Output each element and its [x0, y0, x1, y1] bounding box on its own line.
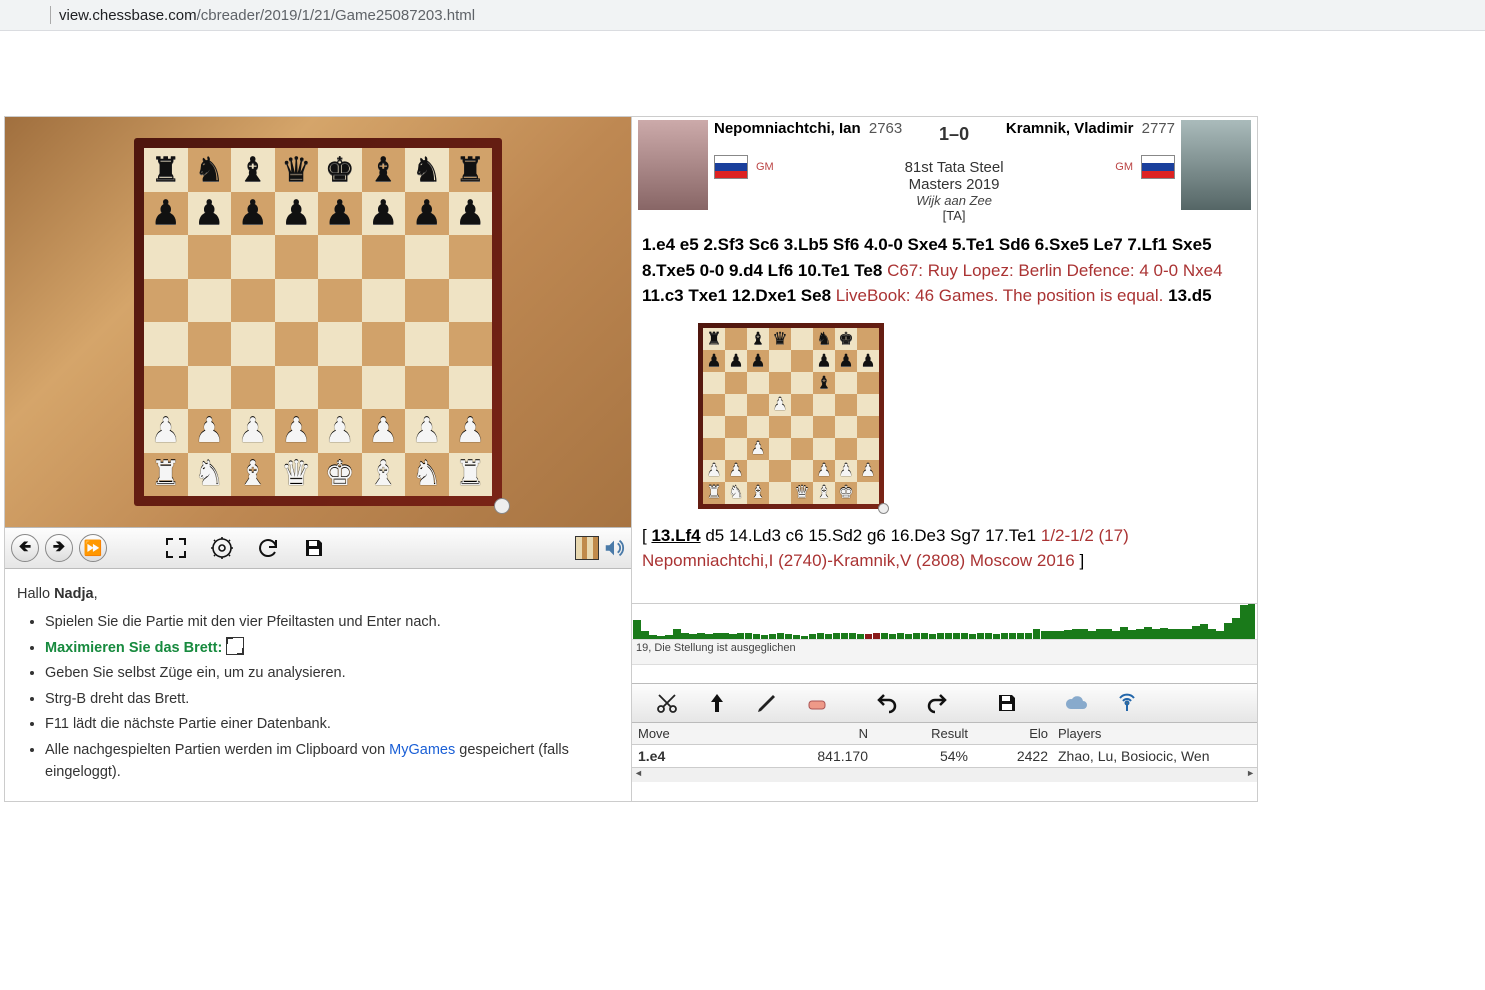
event-location: Wijk aan Zee — [902, 193, 1006, 208]
left-toolbar: 🡸 🡺 ⏩ — [5, 527, 631, 569]
hint-item: F11 lädt die nächste Partie einer Datenb… — [45, 713, 619, 735]
hint-item-maximize: Maximieren Sie das Brett: — [45, 637, 619, 659]
col-elo[interactable]: Elo — [978, 726, 1058, 741]
nav-fastforward-button[interactable]: ⏩ — [79, 534, 107, 562]
cloud-icon[interactable] — [1064, 690, 1090, 716]
book-table-header: Move N Result Elo Players — [632, 723, 1257, 745]
redo-icon[interactable] — [924, 690, 950, 716]
hint-item: Strg-B dreht das Brett. — [45, 688, 619, 710]
nav-back-button[interactable]: 🡸 — [11, 534, 39, 562]
mainline-moves[interactable]: 11.c3 Txe1 12.Dxe1 Se8 — [642, 286, 831, 305]
right-toolbar — [632, 683, 1257, 723]
event-name: 81st Tata Steel Masters 2019 — [902, 159, 1006, 193]
russia-flag-icon — [714, 155, 748, 179]
book-table-row[interactable]: 1.e4 841.170 54% 2422 Zhao, Lu, Bosiocic… — [632, 745, 1257, 767]
col-result[interactable]: Result — [898, 726, 978, 741]
cut-icon[interactable] — [654, 690, 680, 716]
black-title: GM — [1115, 161, 1133, 173]
white-player-name: Nepomniachtchi, Ian — [714, 120, 861, 137]
diagram: ♜♝♛♞♚♟♟♟♟♟♟♝♟♟♟♟♟♟♟♜♞♝♛♝♚ — [698, 323, 884, 509]
book-annotation: LiveBook: 46 Games. The position is equa… — [836, 286, 1164, 305]
undo-icon[interactable] — [874, 690, 900, 716]
col-players[interactable]: Players — [1058, 726, 1251, 741]
sound-icon[interactable] — [603, 537, 625, 559]
app-container: ♜♞♝♛♚♝♞♜♟♟♟♟♟♟♟♟♟♟♟♟♟♟♟♟♜♞♝♛♚♝♞♜ 🡸 🡺 ⏩ H… — [4, 116, 1258, 802]
white-title: GM — [756, 161, 774, 173]
save-icon[interactable] — [994, 690, 1020, 716]
browser-url-bar: view.chessbase.com/cbreader/2019/1/21/Ga… — [0, 0, 1485, 31]
eval-graph[interactable] — [632, 603, 1257, 639]
diagram-board: ♜♝♛♞♚♟♟♟♟♟♟♝♟♟♟♟♟♟♟♜♞♝♛♝♚ — [703, 328, 879, 504]
save-icon[interactable] — [301, 535, 327, 561]
mainline-moves[interactable]: 13.d5 — [1168, 286, 1211, 305]
url-text: view.chessbase.com/cbreader/2019/1/21/Ga… — [59, 7, 475, 24]
black-player-rating: 2777 — [1142, 120, 1175, 137]
promote-icon[interactable] — [704, 690, 730, 716]
variation[interactable]: [ 13.Lf4 d5 14.Ld3 c6 15.Sd2 g6 16.De3 S… — [642, 526, 1129, 571]
refresh-icon[interactable] — [255, 535, 281, 561]
mygames-link[interactable]: MyGames — [389, 742, 455, 758]
white-player-rating: 2763 — [869, 120, 902, 137]
right-pane: Nepomniachtchi, Ian 2763 GM 1–0 81st Tat… — [632, 117, 1257, 801]
hint-item: Spielen Sie die Partie mit den vier Pfei… — [45, 611, 619, 633]
game-header: Nepomniachtchi, Ian 2763 GM 1–0 81st Tat… — [632, 117, 1257, 226]
board-frame: ♜♞♝♛♚♝♞♜♟♟♟♟♟♟♟♟♟♟♟♟♟♟♟♟♜♞♝♛♚♝♞♜ — [134, 138, 502, 506]
black-player-photo — [1181, 120, 1251, 210]
eraser-icon[interactable] — [804, 690, 830, 716]
maximize-icon[interactable] — [226, 637, 244, 655]
hint-item: Alle nachgespielten Partien werden im Cl… — [45, 739, 619, 784]
greeting-text: Hallo Nadja, — [17, 586, 98, 602]
engine-icon[interactable] — [209, 535, 235, 561]
chess-board[interactable]: ♜♞♝♛♚♝♞♜♟♟♟♟♟♟♟♟♟♟♟♟♟♟♟♟♜♞♝♛♚♝♞♜ — [144, 148, 492, 496]
nav-forward-button[interactable]: 🡺 — [45, 534, 73, 562]
broadcast-icon[interactable] — [1114, 690, 1140, 716]
pen-icon[interactable] — [754, 690, 780, 716]
horizontal-scrollbar[interactable] — [632, 767, 1257, 782]
russia-flag-icon — [1141, 155, 1175, 179]
url-path: /cbreader/2019/1/21/Game25087203.html — [197, 7, 476, 24]
board-area: ♜♞♝♛♚♝♞♜♟♟♟♟♟♟♟♟♟♟♟♟♟♟♟♟♜♞♝♛♚♝♞♜ — [5, 117, 631, 527]
hint-item: Geben Sie selbst Züge ein, um zu analysi… — [45, 662, 619, 684]
hint-panel: Hallo Nadja, Spielen Sie die Partie mit … — [5, 569, 631, 801]
mini-board-icon[interactable] — [575, 536, 599, 560]
notation-panel[interactable]: 1.e4 e5 2.Sf3 Sc6 3.Lb5 Sf6 4.0-0 Sxe4 5… — [632, 226, 1257, 603]
eco-annotation: C67: Ruy Lopez: Berlin Defence: 4 0-0 Nx… — [887, 261, 1222, 280]
engine-status: 19, Die Stellung ist ausgeglichen — [632, 639, 1257, 665]
white-player-photo — [638, 120, 708, 210]
col-move[interactable]: Move — [638, 726, 738, 741]
url-host: view.chessbase.com — [59, 7, 197, 24]
col-n[interactable]: N — [738, 726, 898, 741]
annotator: [TA] — [902, 208, 1006, 223]
fullscreen-icon[interactable] — [163, 535, 189, 561]
left-pane: ♜♞♝♛♚♝♞♜♟♟♟♟♟♟♟♟♟♟♟♟♟♟♟♟♜♞♝♛♚♝♞♜ 🡸 🡺 ⏩ H… — [5, 117, 632, 801]
black-player-name: Kramnik, Vladimir — [1006, 120, 1134, 137]
game-result: 1–0 — [902, 124, 1006, 145]
